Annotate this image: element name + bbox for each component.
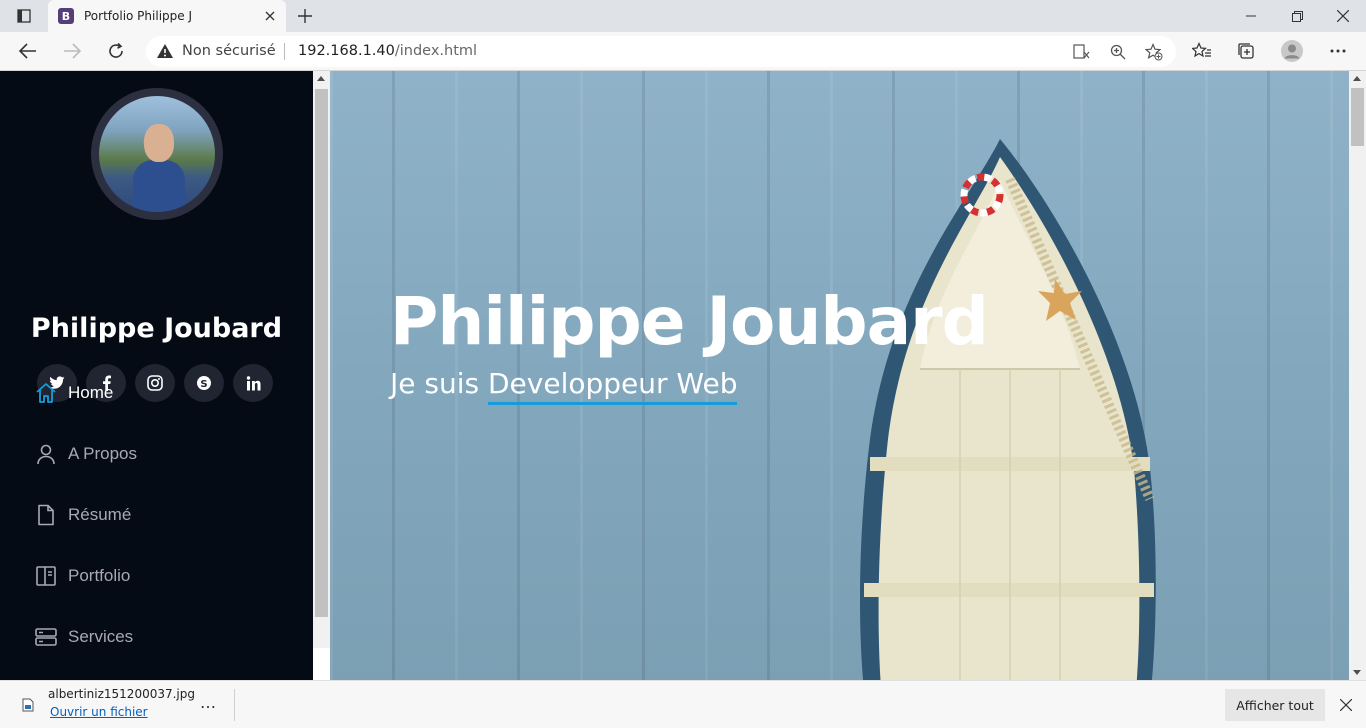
collections-icon[interactable]	[1230, 35, 1262, 67]
sidebar-item-label: Services	[68, 627, 134, 646]
sidebar-scrollbar[interactable]	[313, 71, 330, 648]
restore-icon[interactable]	[1274, 0, 1320, 32]
file-icon	[34, 503, 58, 527]
favorites-icon[interactable]	[1186, 35, 1218, 67]
page-scroll-thumb[interactable]	[1351, 88, 1364, 146]
url-host: 192.168.1.40	[298, 43, 395, 59]
minimize-icon[interactable]	[1228, 0, 1274, 32]
zoom-icon[interactable]	[1106, 40, 1130, 64]
page-scrollbar[interactable]	[1349, 71, 1366, 680]
open-file-link[interactable]: Ouvrir un fichier	[50, 705, 148, 719]
photo-face	[144, 124, 174, 162]
url-path: /index.html	[394, 43, 478, 59]
reader-view-icon[interactable]	[1070, 40, 1094, 64]
sidebar-item-portfolio[interactable]: Portfolio	[34, 558, 294, 594]
close-window-icon[interactable]	[1320, 0, 1366, 32]
sidebar-item-label: Portfolio	[68, 566, 131, 585]
address-bar[interactable]: Non sécurisé 192.168.1.40/index.html	[146, 36, 1176, 67]
security-label[interactable]: Non sécurisé	[182, 43, 276, 59]
sidebar-name: Philippe Joubard	[30, 313, 283, 344]
hero-typed-text: Developpeur Web	[488, 367, 738, 405]
boat-illustration	[860, 139, 1156, 680]
page-viewport: Philippe Joubard S Home A Propos Résumé …	[0, 71, 1366, 680]
tab-actions-icon[interactable]	[10, 0, 38, 32]
add-favorite-icon[interactable]	[1142, 40, 1166, 64]
sidebar-item-home[interactable]: Home	[34, 375, 294, 411]
scroll-up-icon[interactable]	[317, 76, 325, 81]
server-icon	[34, 625, 58, 649]
download-more-icon[interactable]: …	[200, 693, 216, 712]
warning-icon[interactable]	[156, 43, 174, 63]
hero-subtitle: Je suis Developpeur Web	[390, 367, 738, 405]
sidebar-item-about[interactable]: A Propos	[34, 436, 294, 472]
new-tab-icon[interactable]	[290, 0, 320, 32]
sidebar-item-services[interactable]: Services	[34, 619, 294, 655]
profile-photo	[91, 88, 223, 220]
more-options-icon[interactable]	[1322, 35, 1354, 67]
photo-shirt	[133, 160, 185, 212]
sidebar-item-resume[interactable]: Résumé	[34, 497, 294, 533]
browser-titlebar: B Portfolio Philippe J	[0, 0, 1366, 32]
hero-section: Philippe Joubard Je suis Developpeur Web	[330, 71, 1349, 680]
sidebar: Philippe Joubard S Home A Propos Résumé …	[0, 71, 313, 680]
file-download-icon	[22, 697, 34, 716]
close-tab-icon[interactable]	[262, 8, 278, 24]
sidebar-item-label: A Propos	[68, 444, 137, 463]
bootstrap-favicon-icon: B	[58, 8, 74, 24]
download-filename[interactable]: albertiniz151200037.jpg	[48, 687, 195, 701]
url-text[interactable]: 192.168.1.40/index.html	[298, 43, 477, 59]
address-separator	[284, 43, 285, 60]
person-icon	[34, 442, 58, 466]
browser-toolbar: Non sécurisé 192.168.1.40/index.html	[0, 32, 1366, 71]
download-bar: albertiniz151200037.jpg Ouvrir un fichie…	[0, 680, 1366, 728]
forward-icon[interactable]	[56, 35, 88, 67]
sidebar-item-label: Résumé	[68, 505, 132, 524]
download-separator	[234, 689, 235, 721]
tab-title: Portfolio Philippe J	[84, 9, 192, 23]
close-download-bar-icon[interactable]	[1336, 695, 1356, 715]
refresh-icon[interactable]	[100, 35, 132, 67]
scroll-down-icon[interactable]	[1353, 670, 1361, 675]
sidebar-item-label: Home	[68, 383, 114, 402]
scroll-up-icon[interactable]	[1353, 76, 1361, 81]
book-icon	[34, 564, 58, 588]
home-icon	[34, 381, 58, 405]
hero-subtitle-prefix: Je suis	[390, 367, 488, 400]
profile-avatar-icon[interactable]	[1276, 35, 1308, 67]
browser-tab[interactable]: B Portfolio Philippe J	[48, 0, 286, 32]
hero-title: Philippe Joubard	[390, 283, 989, 360]
show-all-downloads-button[interactable]: Afficher tout	[1225, 689, 1325, 721]
back-icon[interactable]	[12, 35, 44, 67]
sidebar-scroll-thumb[interactable]	[315, 89, 328, 617]
